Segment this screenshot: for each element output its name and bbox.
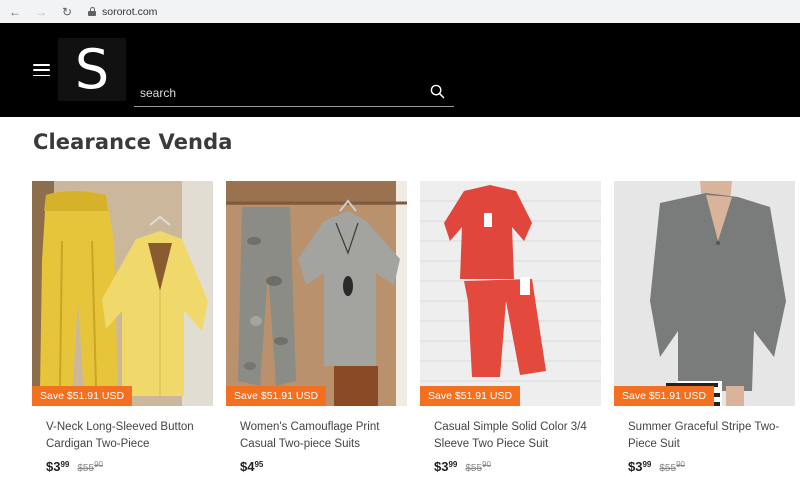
forward-arrow-icon[interactable]: →: [34, 5, 48, 19]
product-card[interactable]: Save $51.91 USD Summer Graceful Stripe T…: [614, 181, 795, 474]
save-badge: Save $51.91 USD: [614, 386, 715, 406]
product-title[interactable]: V-Neck Long-Sleeved Button Cardigan Two-…: [46, 419, 206, 453]
reload-icon[interactable]: ↻: [60, 5, 74, 19]
price-row: $495: [240, 459, 407, 474]
sale-price: $399: [434, 459, 458, 474]
browser-toolbar: ← → ↻ sororot.com: [0, 0, 800, 23]
sale-price: $399: [628, 459, 652, 474]
original-price: $5590: [465, 460, 491, 474]
sale-price: $495: [240, 459, 264, 474]
price-row: $399 $5590: [46, 459, 213, 474]
search-input[interactable]: [140, 83, 410, 103]
search-bar: [134, 79, 454, 107]
site-header: S: [0, 23, 800, 117]
logo-letter: S: [74, 37, 110, 101]
product-card[interactable]: Save $51.91 USD Women's Camouflage Print…: [226, 181, 407, 474]
original-price: $5590: [77, 460, 103, 474]
save-badge: Save $51.91 USD: [226, 386, 327, 406]
product-image[interactable]: Save $51.91 USD: [226, 181, 407, 406]
product-title[interactable]: Casual Simple Solid Color 3/4 Sleeve Two…: [434, 419, 594, 453]
save-badge: Save $51.91 USD: [32, 386, 133, 406]
save-badge: Save $51.91 USD: [420, 386, 521, 406]
product-title[interactable]: Summer Graceful Stripe Two-Piece Suit: [628, 419, 788, 453]
product-card[interactable]: Save $51.91 USD V-Neck Long-Sleeved Butt…: [32, 181, 213, 474]
original-price: $5590: [659, 460, 685, 474]
product-image[interactable]: Save $51.91 USD: [420, 181, 601, 406]
price-row: $399 $5590: [434, 459, 601, 474]
sale-price: $399: [46, 459, 70, 474]
lock-icon: [88, 7, 96, 16]
site-logo[interactable]: S: [58, 38, 126, 101]
address-bar[interactable]: sororot.com: [88, 6, 157, 18]
product-title[interactable]: Women's Camouflage Print Casual Two-piec…: [240, 419, 400, 453]
back-arrow-icon[interactable]: ←: [8, 5, 22, 19]
menu-icon[interactable]: [33, 64, 50, 76]
product-image[interactable]: Save $51.91 USD: [32, 181, 213, 406]
url-text: sororot.com: [102, 5, 158, 18]
price-row: $399 $5590: [628, 459, 795, 474]
product-card[interactable]: Save $51.91 USD Casual Simple Solid Colo…: [420, 181, 601, 474]
product-grid: Save $51.91 USD V-Neck Long-Sleeved Butt…: [32, 181, 795, 474]
product-image[interactable]: Save $51.91 USD: [614, 181, 795, 406]
page-title: Clearance Venda: [33, 130, 233, 154]
search-icon[interactable]: [430, 84, 445, 99]
